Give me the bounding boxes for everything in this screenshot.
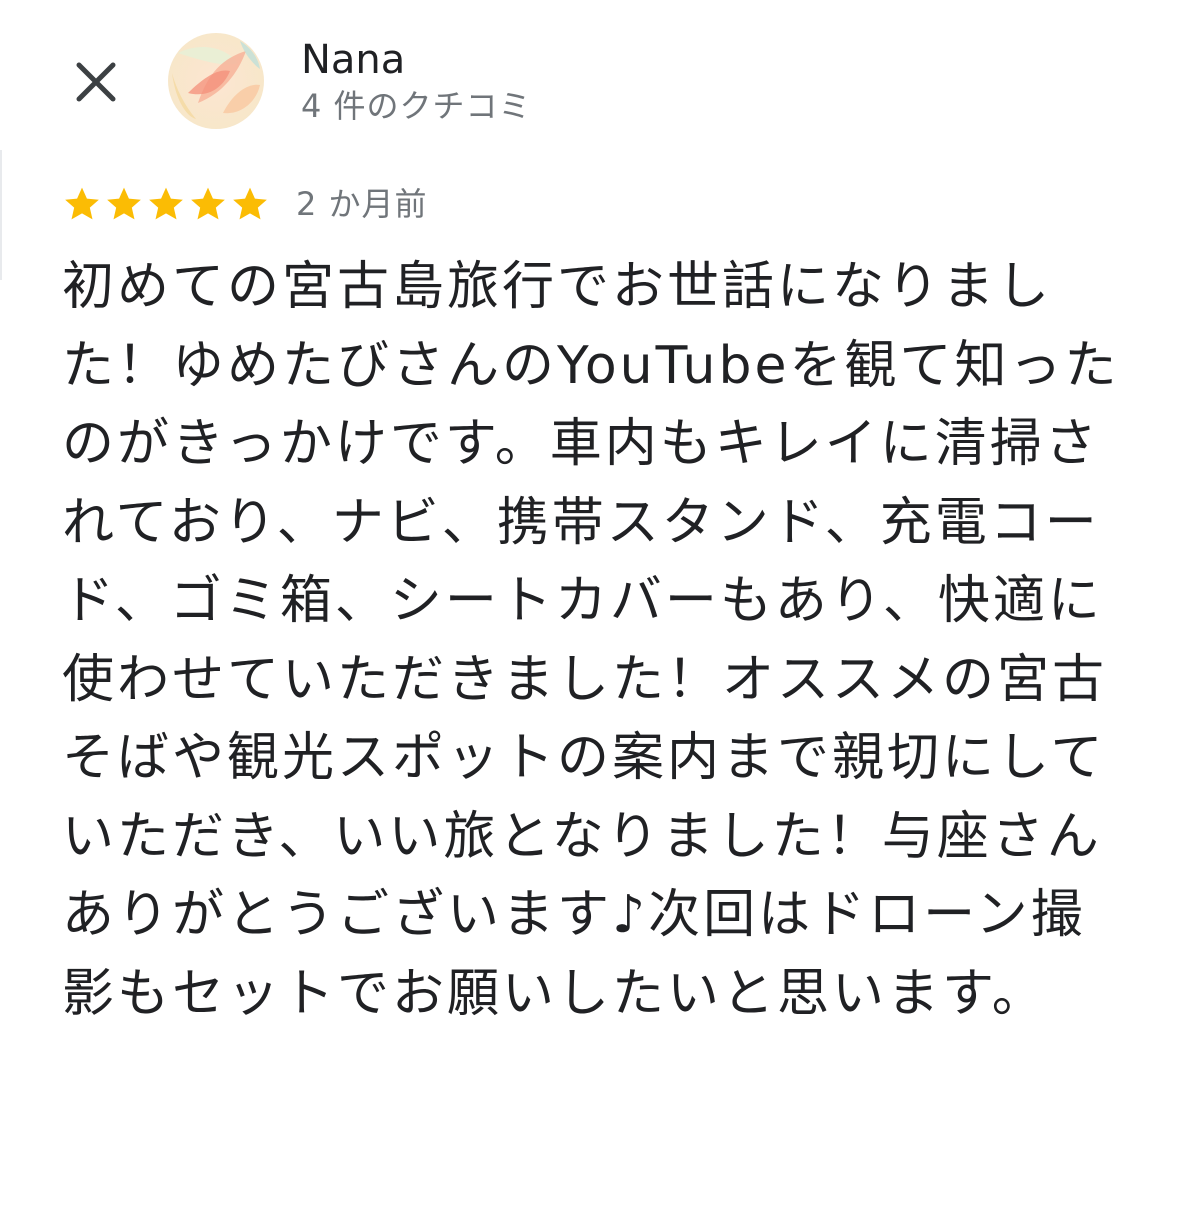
- star-icon: [191, 187, 225, 220]
- star-icon: [65, 187, 99, 220]
- star-icon: [107, 187, 141, 220]
- star-icon: [233, 187, 267, 220]
- review-body: 初めての宮古島旅行でお世話になりました！ゆめたびさんのYouTubeを観て知った…: [62, 257, 1120, 1024]
- close-button[interactable]: [62, 48, 130, 116]
- review-count: 4 件のクチコミ: [301, 87, 532, 125]
- left-edge-divider: [0, 150, 2, 280]
- review-date: 2 か月前: [296, 185, 428, 223]
- reviewer-header: Nana 4 件のクチコミ: [0, 0, 1179, 150]
- star-icon: [149, 187, 183, 220]
- close-icon: [76, 62, 116, 102]
- avatar-image: [168, 33, 264, 129]
- star-rating: [62, 184, 270, 224]
- rating-row: 2 か月前: [62, 180, 428, 228]
- reviewer-name[interactable]: Nana: [301, 36, 405, 84]
- avatar[interactable]: [168, 33, 264, 129]
